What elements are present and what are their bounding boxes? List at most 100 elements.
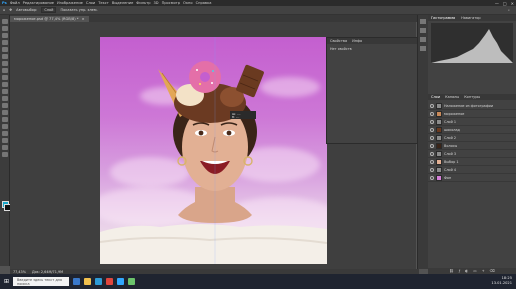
- photoshop-icon[interactable]: [117, 278, 125, 285]
- layer-name: мороженое: [444, 111, 465, 116]
- shape-tool[interactable]: [2, 138, 8, 143]
- eye-icon[interactable]: [430, 143, 434, 148]
- new-layer-icon[interactable]: +: [482, 269, 485, 273]
- document-canvas[interactable]: Ш: --- В: ---: [100, 37, 327, 264]
- mask-icon[interactable]: ◐: [465, 269, 468, 273]
- eye-icon[interactable]: [430, 119, 434, 124]
- layer-name: Слой 4: [444, 167, 457, 172]
- layer-name: Слой 3: [444, 151, 457, 156]
- explorer-icon[interactable]: [84, 278, 92, 285]
- move-tool[interactable]: [2, 19, 8, 24]
- taskbar-search[interactable]: Введите здесь текст для поиска: [13, 277, 70, 286]
- windows-icon[interactable]: ⊞: [4, 278, 9, 285]
- tab-navigator[interactable]: Навигатор: [461, 16, 481, 20]
- menu-item-ps[interactable]: Ps: [2, 1, 7, 5]
- zoom-level[interactable]: 77,43%: [13, 270, 26, 274]
- fx-icon[interactable]: ƒ: [459, 269, 460, 273]
- path-select-tool[interactable]: [2, 131, 8, 136]
- menu-item-filter[interactable]: Фильтр: [136, 1, 150, 5]
- gradient-tool[interactable]: [2, 96, 8, 101]
- info-icon[interactable]: [420, 28, 426, 33]
- blur-tool[interactable]: [2, 103, 8, 108]
- layer-row[interactable]: Выбор 1: [428, 158, 516, 166]
- layer-thumbnail: [436, 118, 442, 125]
- hand-tool[interactable]: [2, 145, 8, 150]
- dodge-tool[interactable]: [2, 110, 8, 115]
- menu-item-view[interactable]: Просмотр: [162, 1, 180, 5]
- tab-histogram[interactable]: Гистограмма: [431, 16, 455, 20]
- tab-layers[interactable]: Слои: [431, 95, 440, 99]
- eye-icon[interactable]: [430, 175, 434, 180]
- marquee-tool[interactable]: [2, 26, 8, 31]
- link-icon[interactable]: ⛓: [449, 269, 454, 273]
- layer-row[interactable]: Слой 3: [428, 150, 516, 158]
- document-tabs: мороженое.psd @ 77,4% (RGB/8) * ×: [10, 15, 417, 22]
- layer-select[interactable]: Слой: [41, 7, 57, 13]
- tab-properties[interactable]: Свойства: [330, 39, 347, 43]
- zoom-tool[interactable]: [2, 152, 8, 157]
- healing-tool[interactable]: [2, 61, 8, 66]
- type-tool[interactable]: [2, 124, 8, 129]
- home-icon[interactable]: ⌂: [3, 8, 5, 12]
- adjustments-icon[interactable]: [420, 46, 426, 51]
- document-size: Док: 2,64M/71,9M: [31, 269, 64, 274]
- eye-icon[interactable]: [430, 127, 434, 132]
- layer-row[interactable]: шоколад: [428, 126, 516, 134]
- move-tool-icon[interactable]: ✥: [9, 8, 12, 12]
- tab-info[interactable]: Инфо: [352, 39, 362, 43]
- stamp-tool[interactable]: [2, 75, 8, 80]
- pen-tool[interactable]: [2, 117, 8, 122]
- show-transform-label[interactable]: Показать упр. элем.: [60, 8, 97, 12]
- eraser-tool[interactable]: [2, 89, 8, 94]
- system-tray[interactable]: 18:25 13.01.2021: [491, 276, 512, 286]
- tab-paths[interactable]: Контуры: [464, 95, 480, 99]
- auto-select-label[interactable]: Автовыбор:: [16, 8, 37, 12]
- menu-item-3d[interactable]: 3D: [154, 1, 159, 5]
- layer-name: Выбор 1: [444, 159, 459, 164]
- trash-icon[interactable]: ⌫: [490, 269, 495, 273]
- menu-item-edit[interactable]: Редактирование: [23, 1, 54, 5]
- eye-icon[interactable]: [430, 135, 434, 140]
- menu-item-window[interactable]: Окно: [183, 1, 193, 5]
- minimize-button[interactable]: —: [495, 1, 499, 6]
- crop-tool[interactable]: [2, 47, 8, 52]
- brush-tool[interactable]: [2, 68, 8, 73]
- eye-icon[interactable]: [430, 111, 434, 116]
- chrome-icon[interactable]: [106, 278, 114, 285]
- eyedropper-tool[interactable]: [2, 54, 8, 59]
- tab-channels[interactable]: Каналы: [445, 95, 459, 99]
- layer-row[interactable]: мороженое: [428, 110, 516, 118]
- layer-row[interactable]: Слой 1: [428, 118, 516, 126]
- quick-select-tool[interactable]: [2, 40, 8, 45]
- edge-icon[interactable]: [95, 278, 103, 285]
- menu-item-file[interactable]: Файл: [10, 1, 20, 5]
- properties-icon[interactable]: [420, 37, 426, 42]
- layer-name: Слой 1: [444, 119, 457, 124]
- menu-item-text[interactable]: Текст: [98, 1, 109, 5]
- maximize-button[interactable]: □: [503, 1, 507, 6]
- layer-row[interactable]: Фон: [428, 174, 516, 182]
- layer-thumbnail: [436, 102, 442, 109]
- layer-row[interactable]: Волосы: [428, 142, 516, 150]
- close-button[interactable]: ✕: [511, 1, 514, 6]
- menu-item-layers[interactable]: Слои: [86, 1, 95, 5]
- lasso-tool[interactable]: [2, 33, 8, 38]
- eye-icon[interactable]: [430, 167, 434, 172]
- app-icon[interactable]: [128, 278, 136, 285]
- eye-icon[interactable]: [430, 159, 434, 164]
- histogram-icon[interactable]: [420, 19, 426, 24]
- close-tab-icon[interactable]: ×: [82, 17, 85, 21]
- menu-item-image[interactable]: Изображение: [57, 1, 83, 5]
- history-brush-tool[interactable]: [2, 82, 8, 87]
- search-icon[interactable]: ⌕: [508, 8, 510, 12]
- layer-row[interactable]: Слой 4: [428, 166, 516, 174]
- folder-icon[interactable]: ▭: [473, 269, 476, 273]
- menu-item-select[interactable]: Выделение: [112, 1, 133, 5]
- eye-icon[interactable]: [430, 103, 434, 108]
- layer-row[interactable]: Слой 2: [428, 134, 516, 142]
- menu-item-help[interactable]: Справка: [196, 1, 212, 5]
- tools-panel: [0, 15, 11, 266]
- layer-row[interactable]: Наложение из фотографии: [428, 102, 516, 110]
- task-view-icon[interactable]: [73, 278, 81, 285]
- eye-icon[interactable]: [430, 151, 434, 156]
